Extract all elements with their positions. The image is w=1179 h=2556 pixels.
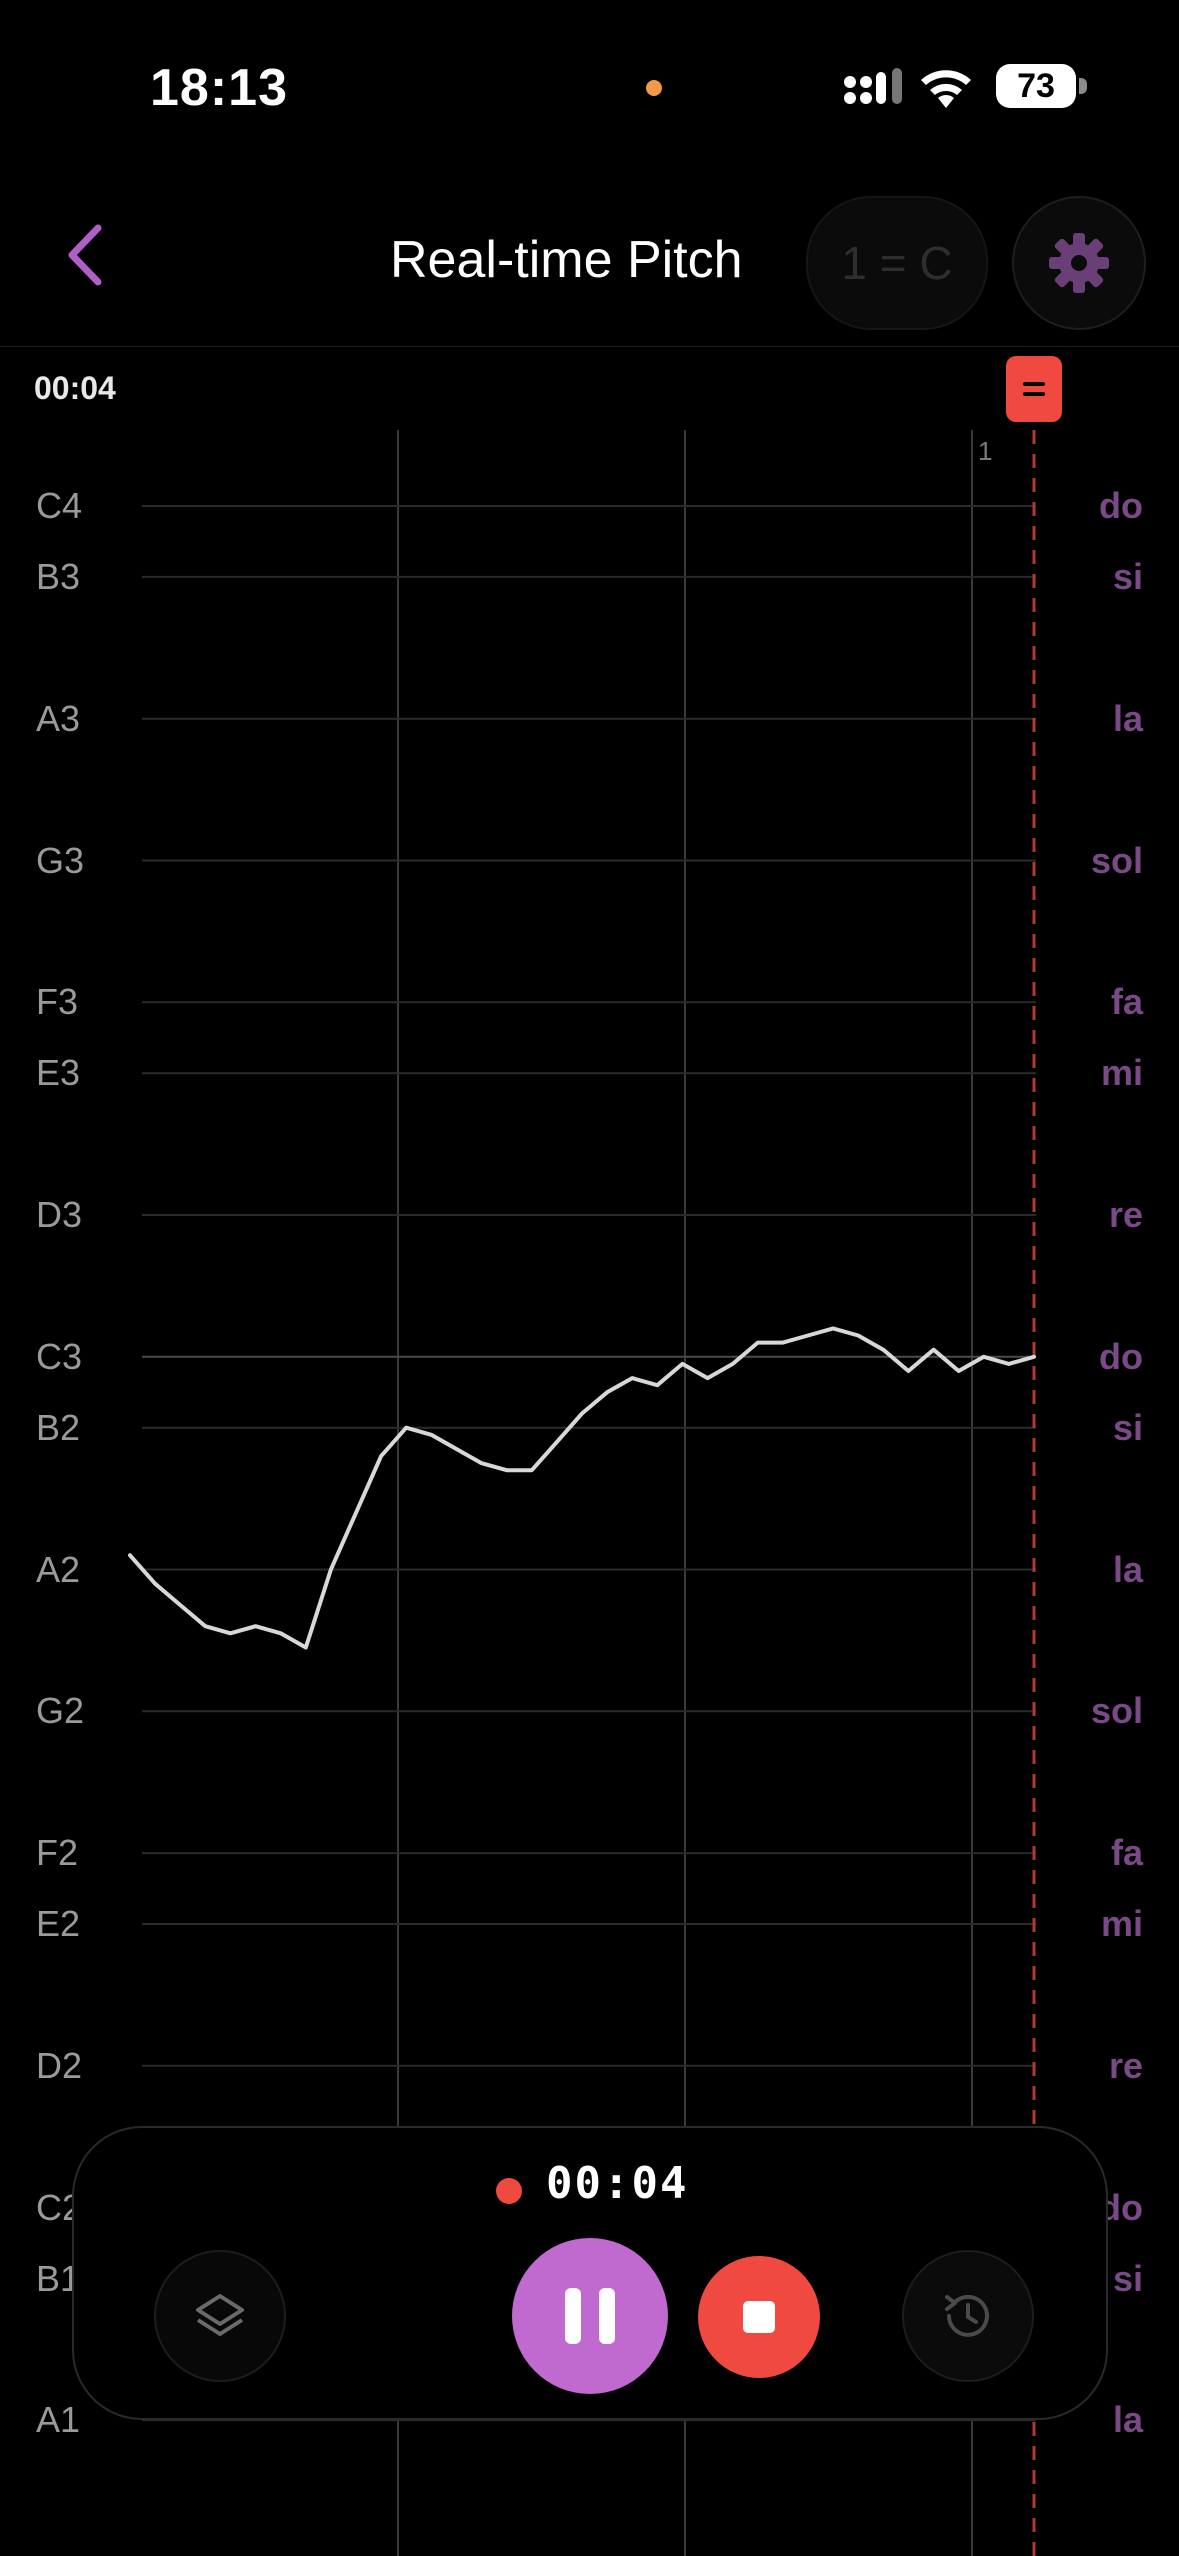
solfege-label-sol: sol	[1090, 1690, 1143, 1732]
recording-time: 00:04	[546, 2158, 689, 2209]
note-label-f3: F3	[36, 981, 79, 1023]
note-label-f2: F2	[36, 1832, 79, 1874]
solfege-label-si: si	[1112, 2257, 1143, 2299]
solfege-label-do: do	[1099, 1335, 1143, 1377]
history-button[interactable]	[902, 2250, 1034, 2382]
pitch-trace-line	[128, 1326, 1036, 1650]
note-label-c3: C3	[36, 1335, 83, 1377]
solfege-label-sol: sol	[1090, 839, 1143, 881]
solfege-label-re: re	[1108, 2044, 1143, 2086]
solfege-label-la: la	[1112, 1548, 1143, 1590]
note-label-a1: A1	[36, 2399, 81, 2441]
note-label-a3: A3	[36, 697, 81, 739]
stop-button[interactable]	[698, 2256, 820, 2378]
recording-control-panel: 00:04	[72, 2126, 1108, 2420]
note-label-a2: A2	[36, 1548, 81, 1590]
layers-button[interactable]	[154, 2250, 286, 2382]
note-label-e2: E2	[36, 1903, 81, 1944]
solfege-label-la: la	[1112, 2399, 1143, 2441]
solfege-label-re: re	[1108, 1194, 1143, 1235]
solfege-label-si: si	[1112, 1406, 1143, 1448]
note-label-g3: G3	[36, 839, 85, 881]
note-label-g2: G2	[36, 1690, 85, 1732]
solfege-label-mi: mi	[1100, 1052, 1143, 1094]
note-label-d2: D2	[36, 2044, 83, 2086]
recording-dot	[496, 2178, 522, 2204]
note-label-d3: D3	[36, 1194, 83, 1235]
layers-icon	[196, 2294, 244, 2336]
solfege-label-do: do	[1099, 485, 1143, 526]
note-label-e3: E3	[36, 1052, 81, 1094]
solfege-label-si: si	[1112, 555, 1143, 597]
note-label-b3: B3	[36, 555, 81, 597]
solfege-label-la: la	[1112, 697, 1143, 739]
solfege-label-fa: fa	[1110, 981, 1143, 1023]
solfege-label-fa: fa	[1110, 1832, 1143, 1874]
history-icon	[945, 2294, 989, 2337]
pause-button[interactable]	[512, 2238, 668, 2394]
solfege-label-mi: mi	[1100, 1903, 1143, 1944]
measure-number: 1	[978, 436, 992, 466]
note-label-b2: B2	[36, 1406, 81, 1448]
note-label-c4: C4	[36, 485, 83, 526]
